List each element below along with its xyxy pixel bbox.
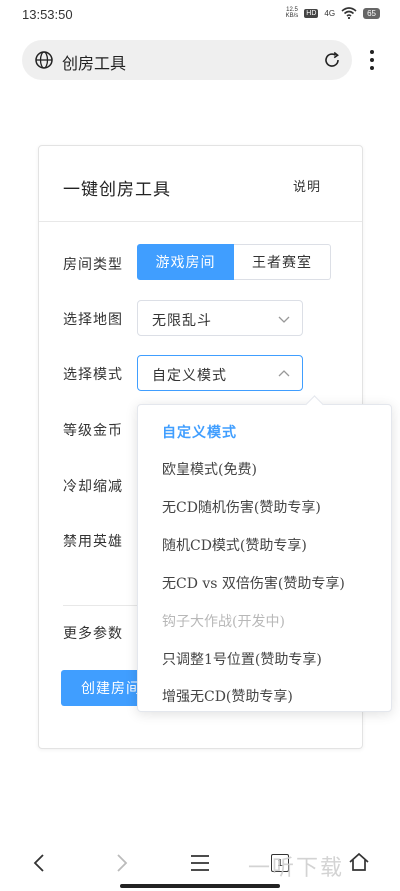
wifi-icon [341, 7, 357, 19]
map-select[interactable]: 无限乱斗 [137, 300, 303, 336]
divider [39, 221, 362, 222]
more-params-label[interactable]: 更多参数 [63, 623, 123, 643]
mode-select[interactable]: 自定义模式 [137, 355, 303, 391]
mode-option-nocd-random-damage[interactable]: 无CD随机伤害(赞助专享) [162, 497, 321, 517]
chevron-down-icon [278, 316, 290, 323]
map-select-value: 无限乱斗 [152, 313, 212, 329]
home-indicator [120, 884, 280, 888]
cooldown-label: 冷却缩减 [63, 479, 123, 495]
mode-option-custom[interactable]: 自定义模式 [162, 422, 237, 442]
mode-option-adjust-position-1[interactable]: 只调整1号位置(赞助专享) [162, 649, 322, 669]
watermark: 一听下载 [248, 856, 345, 881]
ban-hero-label: 禁用英雄 [63, 534, 123, 550]
address-bar[interactable]: 创房工具 [22, 40, 352, 80]
battery-icon: 65 [363, 7, 380, 19]
mode-dropdown: 自定义模式 欧皇模式(免费) 无CD随机伤害(赞助专享) 随机CD模式(赞助专享… [137, 395, 392, 712]
status-time: 13:53:50 [22, 7, 73, 22]
back-icon[interactable] [31, 853, 47, 873]
reload-icon[interactable] [322, 50, 342, 70]
room-type-option-king[interactable]: 王者赛室 [234, 244, 331, 280]
mode-option-lucky[interactable]: 欧皇模式(免费) [162, 459, 257, 479]
address-text[interactable]: 创房工具 [62, 50, 126, 74]
globe-icon [35, 51, 53, 69]
status-icons: 12.5 KB/s HD 4G 65 [286, 7, 380, 19]
mode-label: 选择模式 [63, 367, 123, 383]
mode-option-nocd-vs-double[interactable]: 无CD vs 双倍伤害(赞助专享) [162, 573, 345, 593]
room-type-label: 房间类型 [63, 257, 123, 273]
mode-option-enhanced-nocd[interactable]: 增强无CD(赞助专享) [162, 686, 293, 706]
mode-select-value: 自定义模式 [152, 368, 227, 384]
forward-icon[interactable] [114, 853, 130, 873]
home-icon[interactable] [348, 852, 370, 872]
status-bar: 13:53:50 12.5 KB/s HD 4G 65 [0, 0, 400, 30]
mode-option-hook-battle: 钩子大作战(开发中) [162, 614, 285, 630]
more-vertical-icon[interactable] [366, 48, 378, 72]
room-type-option-game[interactable]: 游戏房间 [137, 244, 234, 280]
network-speed: 12.5 KB/s [285, 7, 299, 19]
chevron-up-icon [278, 370, 290, 377]
mode-option-random-cd[interactable]: 随机CD模式(赞助专享) [162, 535, 307, 555]
room-type-segmented: 游戏房间 王者赛室 [137, 244, 331, 280]
hd-badge: HD [304, 8, 319, 18]
help-link[interactable]: 说明 [293, 176, 321, 195]
menu-icon[interactable] [190, 854, 210, 872]
map-label: 选择地图 [63, 312, 123, 328]
page-title: 一键创房工具 [63, 180, 171, 200]
level-gold-label: 等级金币 [63, 423, 123, 439]
signal-4g-icon: 4G [324, 8, 336, 18]
